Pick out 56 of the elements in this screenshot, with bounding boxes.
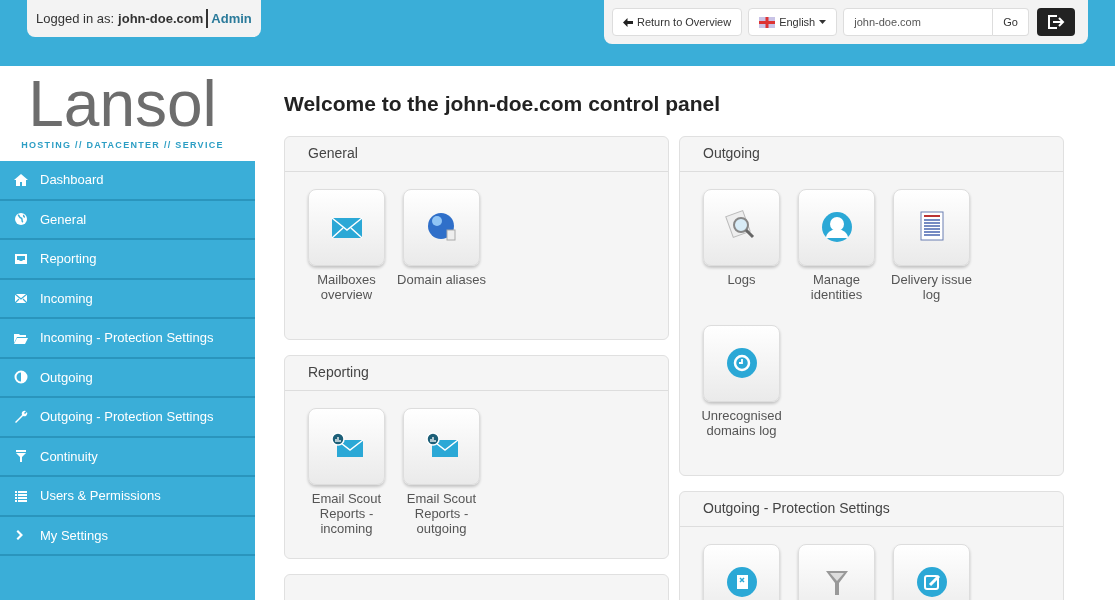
sidebar-item[interactable]: General <box>0 200 255 240</box>
sidebar-item[interactable]: My Settings <box>0 516 255 556</box>
caret-icon <box>819 20 827 24</box>
panel-title: Reporting <box>308 363 369 382</box>
logo-tagline: HOSTING // DATACENTER // SERVICE <box>21 138 224 152</box>
tile-button[interactable] <box>308 188 385 266</box>
tile-label: Email Scout Reports - incoming <box>310 490 383 536</box>
inbox-icon <box>14 251 28 266</box>
tile-button[interactable] <box>403 188 480 266</box>
go-button[interactable]: Go <box>993 8 1029 36</box>
tile-button[interactable] <box>798 188 875 266</box>
logged-in-label: Logged in as: <box>36 9 115 28</box>
sidebar-item[interactable]: Reporting <box>0 240 255 280</box>
half-circle-icon <box>14 370 28 385</box>
domain-field[interactable]: john-doe.com <box>843 8 994 36</box>
home-icon <box>14 172 28 187</box>
sidebar-item[interactable]: Outgoing - Protection Settings <box>0 398 255 438</box>
arrow-left-icon <box>623 17 633 27</box>
panel-title: Outgoing <box>703 144 760 163</box>
sidebar-item[interactable]: Outgoing <box>0 358 255 398</box>
tile-button[interactable] <box>893 543 970 600</box>
page-title: Welcome to the john-doe.com control panel <box>284 91 721 117</box>
logout-button[interactable] <box>1036 8 1075 36</box>
tile-button[interactable] <box>703 188 780 266</box>
admin-link[interactable]: Admin <box>211 8 252 29</box>
tile-label: Email Scout Reports - outgoing <box>405 490 478 536</box>
logo-text: Lansol <box>28 74 217 133</box>
tile-button[interactable] <box>308 407 385 485</box>
globe-icon <box>14 212 28 227</box>
flag-icon <box>759 16 776 28</box>
sidebar-item[interactable]: Dashboard <box>0 161 255 201</box>
language-dropdown[interactable]: English <box>748 8 838 36</box>
sidebar-item[interactable]: Continuity <box>0 437 255 477</box>
tile-label: Unrecognised domains log <box>700 407 783 440</box>
tile-label: Delivery issue log <box>890 271 973 304</box>
sidebar-item[interactable]: Users & Permissions <box>0 477 255 517</box>
tile-button[interactable] <box>703 543 780 600</box>
tile-label: Logs <box>726 271 757 289</box>
tile-button[interactable] <box>403 407 480 485</box>
tile-label: Domain aliases <box>396 271 487 289</box>
tile-label: Manage identities <box>809 271 864 304</box>
logout-icon <box>1046 15 1065 29</box>
tile-button[interactable] <box>703 324 780 402</box>
panel-title: Outgoing - Protection Settings <box>703 499 890 518</box>
return-button[interactable]: Return to Overview <box>612 8 743 36</box>
sidebar-item[interactable]: Incoming - Protection Settings <box>0 319 255 359</box>
filter-icon <box>14 449 28 464</box>
sidebar-item[interactable]: Incoming <box>0 279 255 319</box>
envelope-icon <box>14 291 28 306</box>
tile-label: Mailboxes overview <box>316 271 377 304</box>
account-name: john-doe.com <box>118 8 209 29</box>
panel-title: General <box>308 144 358 163</box>
tile-button[interactable] <box>798 543 875 600</box>
list-icon <box>14 488 28 503</box>
tile-button[interactable] <box>893 188 970 266</box>
wrench-icon <box>14 409 28 424</box>
